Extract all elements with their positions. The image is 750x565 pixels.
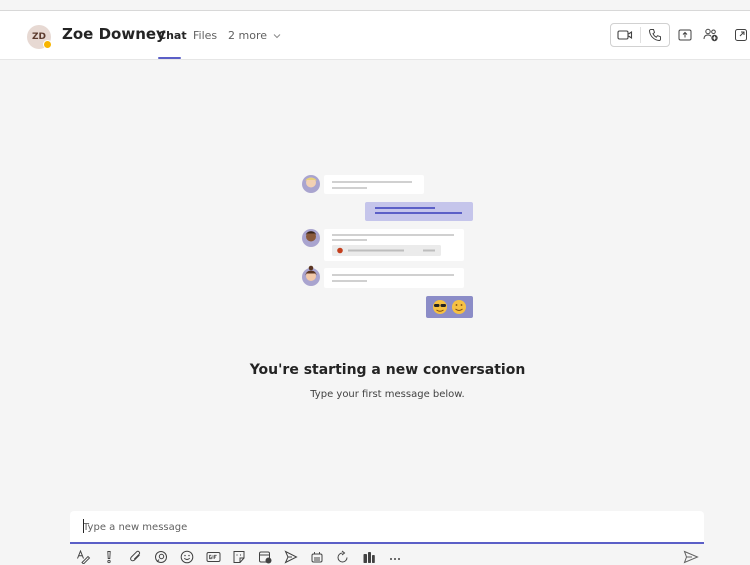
share-screen-icon [678,29,692,41]
video-call-icon [617,30,633,40]
audio-call-icon [648,29,661,42]
stream-icon [311,551,323,562]
format-icon [76,549,90,564]
chevron-down-icon [273,34,280,39]
tab-more[interactable]: 2 more [228,29,281,42]
new-conversation-illustration [302,175,473,318]
tab-chat[interactable]: Chat [158,29,187,42]
stream-button[interactable] [308,548,326,565]
call-button-group [610,23,670,47]
format-button[interactable] [74,548,92,565]
attach-icon [129,550,140,561]
update-icon [337,550,348,562]
empty-state-subline: Type your first message below. [310,389,465,400]
message-input[interactable] [83,519,683,535]
praise-button[interactable] [282,548,300,565]
praise-icon [284,549,298,564]
tab-files[interactable]: Files [193,29,217,42]
contact-name[interactable]: Zoe Downey [62,25,166,43]
composer-toolbar [70,548,704,565]
message-composer [70,511,704,544]
more-options-button[interactable] [386,548,404,565]
emoji-icon [180,550,194,563]
pop-out-icon [735,29,747,41]
add-people-icon [703,28,718,42]
sticker-icon [233,550,245,563]
apps-icon [363,551,375,563]
schedule-meeting-button[interactable] [256,548,274,565]
conversation-area: You're starting a new conversation Type … [0,60,750,565]
active-tab-indicator [158,57,181,59]
send-button[interactable] [682,548,700,565]
presence-away-badge [43,40,52,49]
video-call-button[interactable] [614,24,636,46]
important-button[interactable] [100,548,118,565]
update-button[interactable] [334,548,352,565]
chat-header: ZD Zoe Downey Chat Files 2 more [0,11,750,60]
emoji-button[interactable] [178,548,196,565]
call-group-divider [640,27,641,43]
audio-call-button[interactable] [644,24,666,46]
sticker-button[interactable] [230,548,248,565]
loop-button[interactable] [152,548,170,565]
empty-state-headline: You're starting a new conversation [249,362,526,378]
important-icon [107,550,111,563]
tab-more-label: 2 more [228,29,267,42]
gif-icon [206,551,220,562]
attach-button[interactable] [126,548,144,565]
add-people-button[interactable] [700,24,722,46]
text-caret [83,519,84,533]
more-options-icon [390,557,400,560]
schedule-meeting-icon [259,551,272,563]
send-icon [683,550,699,563]
loop-icon [155,550,167,563]
apps-button[interactable] [360,548,378,565]
gif-button[interactable] [204,548,222,565]
pop-out-button[interactable] [730,24,750,46]
share-screen-button[interactable] [674,24,696,46]
